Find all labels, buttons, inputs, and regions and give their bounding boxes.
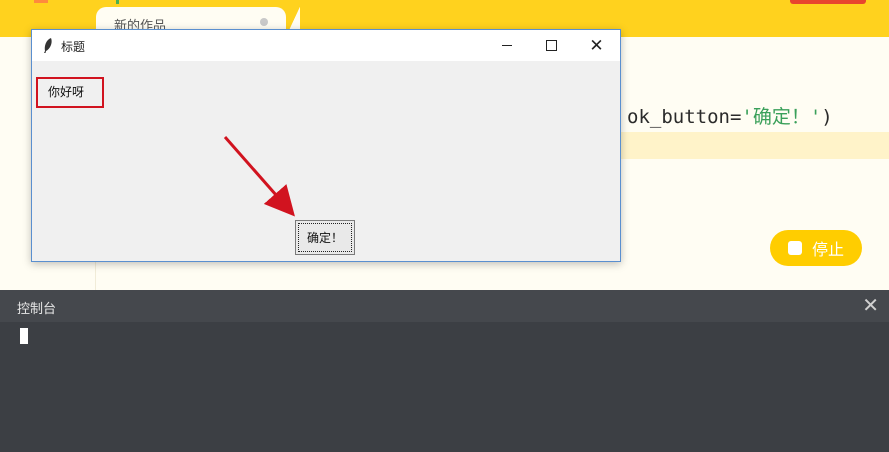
dialog-title: 标题 (61, 40, 86, 54)
code-string: '确定！' (741, 106, 822, 128)
stop-icon (787, 241, 802, 255)
close-icon: ✕ (589, 35, 604, 56)
text-cursor (20, 328, 28, 344)
dialog-titlebar[interactable]: 标题 ✕ (32, 30, 620, 61)
feather-icon (44, 38, 52, 53)
console-header: 控制台 ✕ (0, 290, 889, 322)
code-paren: ) (821, 106, 833, 128)
ok-button-label: 确定！ (306, 231, 343, 245)
minimize-button[interactable] (484, 30, 529, 61)
close-icon[interactable]: ✕ (862, 295, 879, 315)
logo-fragment-green (116, 0, 119, 4)
maximize-button[interactable] (529, 30, 574, 61)
minimize-icon (501, 45, 512, 46)
top-action-button[interactable] (790, 0, 866, 4)
console-panel[interactable]: 控制台 ✕ (0, 290, 889, 452)
unsaved-dot-icon (260, 18, 268, 26)
annotation-highlight-box (36, 77, 104, 108)
stop-label: 停止 (811, 240, 844, 259)
code-text: ok_button= (627, 106, 742, 128)
maximize-icon (546, 40, 557, 51)
ok-button[interactable]: 确定！ (295, 220, 355, 255)
close-button[interactable]: ✕ (574, 30, 619, 61)
stop-button[interactable]: 停止 (770, 230, 862, 266)
logo-fragment (34, 0, 48, 3)
code-line: ok_button='确定！') (627, 104, 833, 130)
console-title: 控制台 (17, 302, 57, 317)
dialog-window: 标题 ✕ 你好呀 确定！ (31, 29, 621, 262)
